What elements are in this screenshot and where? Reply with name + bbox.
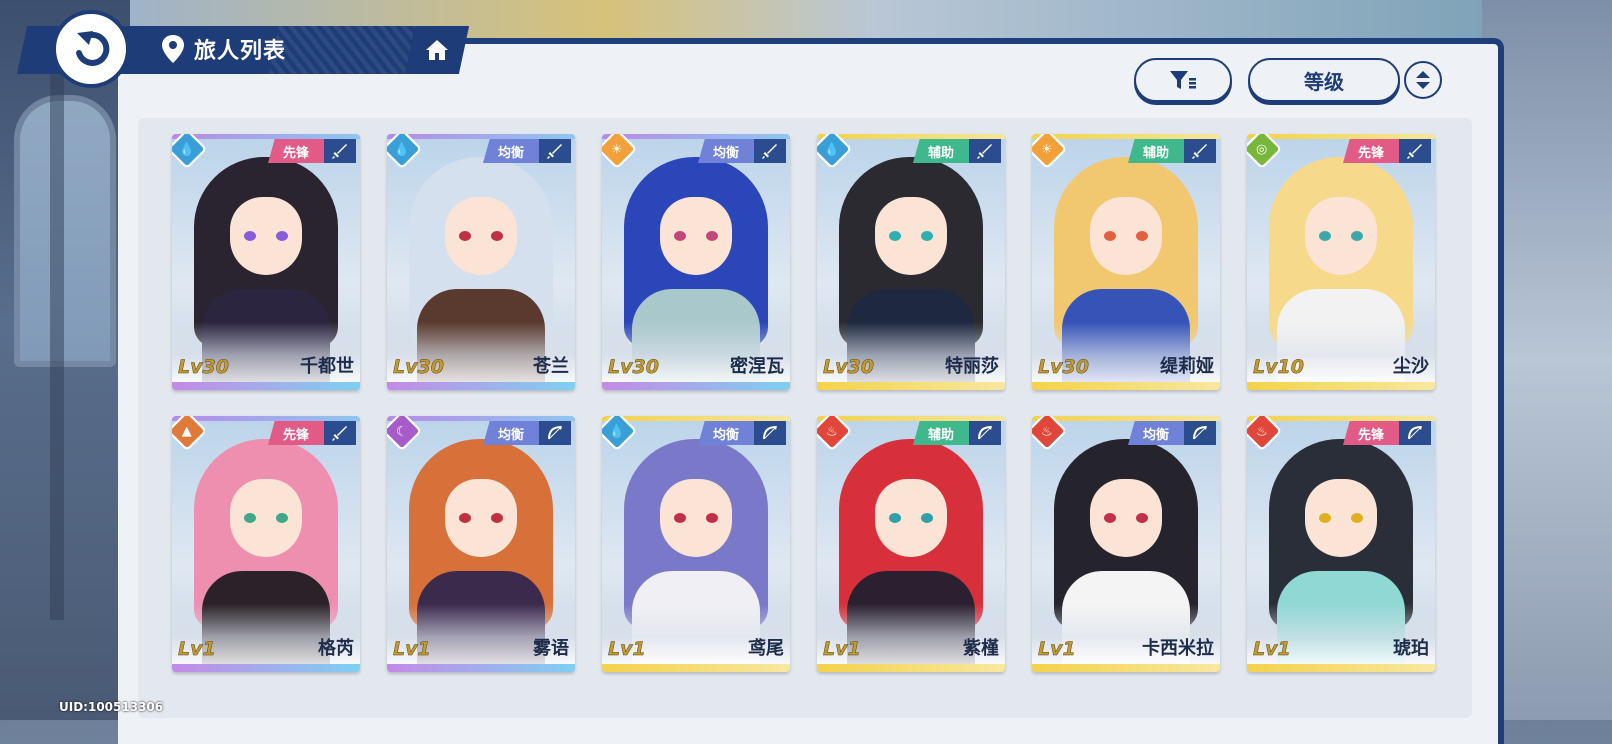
role-badge: 均衡 (698, 139, 754, 163)
character-name: 琥珀 (1393, 638, 1429, 659)
character-card[interactable]: ♨ 均衡 Lv1 卡西米拉 (1032, 416, 1220, 672)
level-label: Lv1 (1253, 638, 1291, 661)
character-name: 卡西米拉 (1142, 638, 1214, 659)
filter-button[interactable] (1134, 58, 1232, 102)
back-arrow-icon (76, 31, 110, 66)
character-name: 千都世 (300, 356, 354, 377)
bow-icon (1184, 421, 1216, 445)
home-icon (426, 40, 448, 60)
location-pin-icon (162, 35, 184, 63)
sword-icon (969, 139, 1001, 163)
page-title: 旅人列表 (194, 39, 287, 64)
level-label: Lv1 (823, 638, 861, 661)
character-name: 苍兰 (533, 356, 569, 377)
sword-icon (324, 139, 356, 163)
sword-icon (1399, 139, 1431, 163)
card-frame-bottom (817, 664, 1005, 672)
role-badge: 均衡 (483, 139, 539, 163)
role-badge: 辅助 (1128, 139, 1184, 163)
card-frame-bottom (172, 382, 360, 390)
card-frame-bottom (1032, 664, 1220, 672)
background-left (0, 0, 130, 720)
sort-order-icon (1416, 71, 1430, 89)
level-label: Lv10 (1253, 356, 1304, 379)
sword-icon (1184, 139, 1216, 163)
level-label: Lv1 (393, 638, 431, 661)
role-badge: 均衡 (483, 421, 539, 445)
character-card[interactable]: ◎ 先锋 Lv10 尘沙 (1247, 134, 1435, 390)
character-card[interactable]: ☀ 辅助 Lv30 缇莉娅 (1032, 134, 1220, 390)
card-frame-bottom (387, 664, 575, 672)
character-card[interactable]: ♨ 辅助 Lv1 紫槿 (817, 416, 1005, 672)
character-card[interactable]: ☾ 均衡 Lv1 雾语 (387, 416, 575, 672)
character-name: 特丽莎 (945, 356, 999, 377)
character-card[interactable]: ▲ 先锋 Lv1 格芮 (172, 416, 360, 672)
bow-icon (754, 421, 786, 445)
home-button[interactable] (404, 26, 470, 74)
role-badge: 先锋 (1343, 421, 1399, 445)
bow-icon (539, 421, 571, 445)
card-frame-bottom (387, 382, 575, 390)
role-badge: 先锋 (268, 421, 324, 445)
character-name: 紫槿 (963, 638, 999, 659)
level-label: Lv30 (393, 356, 444, 379)
role-badge: 辅助 (913, 139, 969, 163)
card-frame-bottom (817, 382, 1005, 390)
card-frame-bottom (172, 664, 360, 672)
sort-dropdown[interactable]: 等级 (1248, 58, 1400, 102)
character-name: 雾语 (533, 638, 569, 659)
bow-icon (969, 421, 1001, 445)
filter-icon (1170, 71, 1196, 89)
card-frame-bottom (1032, 382, 1220, 390)
character-card[interactable]: ♨ 先锋 Lv1 琥珀 (1247, 416, 1435, 672)
level-label: Lv1 (178, 638, 216, 661)
card-frame-bottom (1247, 382, 1435, 390)
character-name: 格芮 (318, 638, 354, 659)
role-badge: 辅助 (913, 421, 969, 445)
background-window (14, 95, 116, 367)
back-button[interactable] (52, 10, 130, 88)
level-label: Lv30 (823, 356, 874, 379)
level-label: Lv1 (608, 638, 646, 661)
role-badge: 先锋 (1343, 139, 1399, 163)
character-card[interactable]: ☀ 均衡 Lv30 密涅瓦 (602, 134, 790, 390)
level-label: Lv30 (1038, 356, 1089, 379)
role-badge: 先锋 (268, 139, 324, 163)
character-card[interactable]: 💧 先锋 Lv30 千都世 (172, 134, 360, 390)
character-card[interactable]: 💧 均衡 Lv30 苍兰 (387, 134, 575, 390)
uid-label: UID:100513306 (59, 700, 164, 714)
role-badge: 均衡 (1128, 421, 1184, 445)
level-label: Lv30 (608, 356, 659, 379)
character-card[interactable]: 💧 辅助 Lv30 特丽莎 (817, 134, 1005, 390)
sort-order-toggle[interactable] (1404, 61, 1442, 99)
sword-icon (754, 139, 786, 163)
character-name: 鸢尾 (748, 638, 784, 659)
character-name: 尘沙 (1393, 356, 1429, 377)
character-name: 密涅瓦 (730, 356, 784, 377)
level-label: Lv30 (178, 356, 229, 379)
bow-icon (1399, 421, 1431, 445)
card-frame-bottom (602, 664, 790, 672)
card-frame-bottom (602, 382, 790, 390)
sword-icon (539, 139, 571, 163)
card-frame-bottom (1247, 664, 1435, 672)
background-pillar (50, 60, 64, 620)
character-card[interactable]: 💧 均衡 Lv1 鸢尾 (602, 416, 790, 672)
role-badge: 均衡 (698, 421, 754, 445)
level-label: Lv1 (1038, 638, 1076, 661)
sword-icon (324, 421, 356, 445)
character-name: 缇莉娅 (1160, 356, 1214, 377)
